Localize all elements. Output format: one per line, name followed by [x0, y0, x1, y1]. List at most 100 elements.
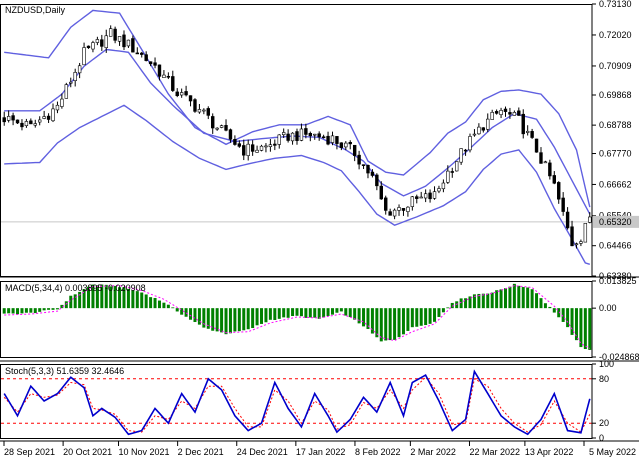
macd-y-tick-label: 0.00 [599, 303, 617, 313]
macd-histogram-bar [144, 294, 148, 309]
macd-histogram-bar [517, 285, 521, 309]
macd-histogram-bar [251, 308, 255, 329]
macd-histogram-bar [495, 290, 499, 309]
candle-body [499, 110, 503, 116]
macd-histogram-bar [548, 306, 552, 309]
candle-body [463, 149, 468, 152]
macd-histogram-bar [486, 293, 490, 309]
axes: 0.73130 0.72020 0.70909 0.69868 0.68788 0.677… [0, 0, 639, 457]
macd-histogram-bar [228, 308, 232, 334]
candle-body [140, 52, 144, 55]
candle-body [104, 35, 108, 49]
macd-histogram-bar [433, 308, 437, 322]
macd-histogram-bar [11, 308, 15, 314]
macd-histogram-bar [326, 308, 330, 316]
candle-body [51, 108, 55, 122]
candle-body [339, 142, 344, 148]
candle-body [321, 136, 326, 139]
macd-histogram-bar [215, 308, 219, 332]
candle-body [264, 145, 268, 148]
candle-body [33, 123, 37, 126]
macd-histogram-bar [490, 292, 494, 309]
macd-histogram-bar [171, 307, 175, 309]
candle-body [64, 84, 69, 99]
macd-histogram-bar [503, 288, 507, 309]
x-tick-label: 28 Sep 2021 [4, 447, 55, 457]
candle-body [401, 208, 406, 211]
candle-body [60, 98, 64, 107]
candle-body [517, 110, 521, 116]
candle-body [432, 191, 437, 199]
x-tick-label: 8 Feb 2022 [355, 447, 401, 457]
x-tick-label: 17 Jan 2022 [296, 447, 346, 457]
candle-body [46, 115, 51, 120]
candle-body [534, 138, 539, 153]
macd-histogram-bar [55, 308, 59, 310]
candle-body [570, 226, 574, 247]
price-y-tick-label: 0.68788 [599, 120, 632, 130]
candle-body [508, 112, 512, 115]
x-tick-label: 20 Oct 2021 [63, 447, 112, 457]
candle-body [117, 36, 122, 42]
current-price-label: 0.65320 [599, 217, 632, 227]
macd-histogram-bar [2, 308, 6, 314]
candle-body [277, 134, 281, 145]
candle-body [521, 113, 525, 135]
candle-body [206, 108, 210, 116]
candle-body [428, 192, 432, 200]
candle-body [91, 42, 95, 50]
macd-histogram-bar [348, 308, 352, 318]
macd-histogram-bar [530, 289, 534, 309]
candle-body [162, 74, 166, 78]
candle-body [73, 71, 77, 81]
candle-body [273, 143, 277, 146]
macd-histogram-bar [286, 308, 290, 318]
macd-histogram-bar [353, 308, 357, 320]
macd-histogram-bar [362, 308, 366, 327]
candle-body [557, 182, 561, 200]
x-tick-label: 2 Dec 2021 [178, 447, 224, 457]
candle-body [171, 76, 175, 91]
candle-body [228, 129, 233, 140]
macd-histogram-bar [157, 300, 161, 309]
x-tick-label: 10 Nov 2021 [119, 447, 170, 457]
macd-histogram-bar [317, 308, 321, 319]
candle-body [450, 171, 454, 173]
candle-body [481, 127, 486, 131]
candle-body [361, 164, 366, 166]
macd-histogram-bar [277, 308, 281, 319]
candle-body [20, 122, 24, 128]
macd-histogram-bar [406, 308, 410, 331]
candle-body [304, 128, 308, 135]
candle-body [175, 91, 179, 96]
candle-body [512, 112, 517, 116]
candle-body [472, 133, 477, 136]
macd-histogram-bar [570, 308, 574, 335]
candle-body [384, 197, 388, 211]
macd-histogram-bar [335, 308, 339, 313]
candle-body [446, 170, 450, 183]
price-y-tick-label: 0.67770 [599, 149, 632, 159]
candle-body [379, 185, 383, 200]
candle-body [477, 126, 481, 135]
candle-body [193, 99, 197, 112]
candle-body [344, 142, 348, 148]
price-y-tick-label: 0.66662 [599, 179, 632, 189]
candle-body [113, 28, 117, 41]
stoch-main-line [3, 369, 591, 436]
macd-histogram-bar [539, 298, 543, 309]
x-tick-label: 2 Mar 2022 [410, 447, 456, 457]
candle-body [388, 211, 392, 216]
candle-body [583, 223, 588, 243]
candle-body [330, 135, 335, 143]
macd-histogram-bar [260, 308, 264, 324]
chart-svg: NZDUSD,Daily MACD(5,34,4) 0.003895 -0.02… [0, 0, 639, 457]
macd-histogram-bar [330, 308, 334, 315]
candle-body [539, 152, 543, 164]
chart-root: NZDUSD,Daily MACD(5,34,4) 0.003895 -0.02… [0, 0, 639, 458]
candle-body [211, 116, 215, 129]
macd-histogram-bar [268, 308, 272, 320]
candle-body [548, 162, 552, 177]
stoch-y-tick-label: 0 [599, 433, 604, 443]
macd-histogram-bar [29, 308, 33, 313]
